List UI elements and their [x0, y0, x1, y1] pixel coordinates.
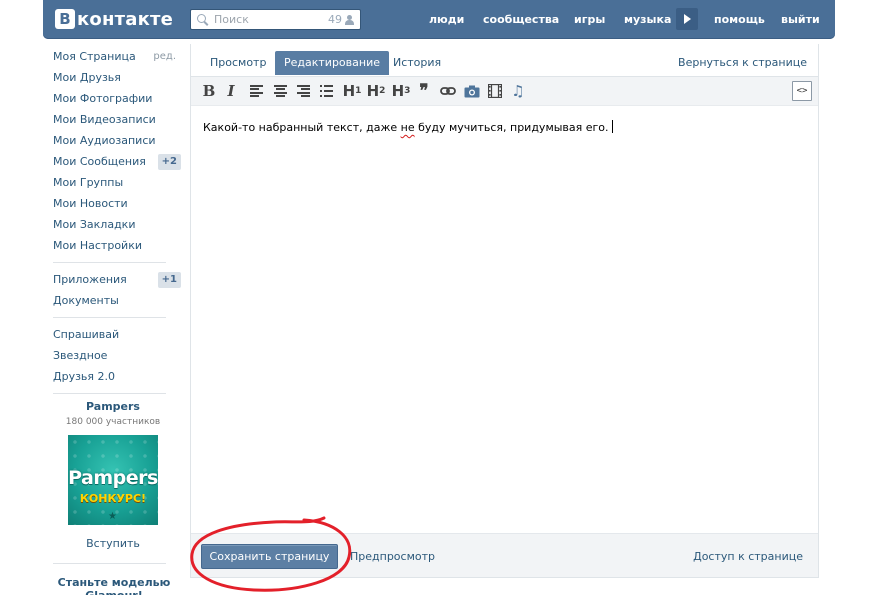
align-center-button[interactable] — [273, 81, 287, 101]
heading1-button[interactable]: H1 — [342, 81, 362, 101]
search-input[interactable] — [214, 13, 328, 26]
ad2-title[interactable]: Станьте моделью Glamour! — [49, 576, 179, 595]
quote-button[interactable]: ❞ — [416, 81, 432, 101]
tab-view[interactable]: Просмотр — [201, 51, 275, 75]
sidebar-item-settings[interactable]: Мои Настройки — [43, 235, 183, 256]
editor-textarea[interactable]: Какой-то набранный текст, даже не буду м… — [191, 106, 818, 533]
editor-text: буду мучиться, придумывая его. — [414, 121, 609, 134]
ad-contest-label: КОНКУРС! — [79, 492, 147, 505]
sidebar-item-app-friends2[interactable]: Друзья 2.0 — [43, 366, 183, 387]
sidebar-item-label[interactable]: Приложения — [53, 273, 127, 286]
text-caret — [611, 120, 613, 133]
vk-logo[interactable]: В контакте — [55, 8, 173, 30]
online-count: 49 — [328, 13, 342, 26]
sidebar-divider — [53, 393, 166, 394]
nav-logout[interactable]: выйти — [781, 13, 820, 26]
ad-block: Pampers 180 000 участников Pampers КОНКУ… — [43, 400, 183, 595]
misspelled-word: не — [400, 121, 415, 134]
align-right-button[interactable] — [296, 81, 310, 101]
heading-level: 2 — [379, 86, 386, 96]
align-left-button[interactable] — [249, 81, 263, 101]
tab-edit[interactable]: Редактирование — [275, 51, 389, 75]
editor-footer: Сохранить страницу Предпросмотр Доступ к… — [191, 533, 818, 577]
sidebar-item-messages[interactable]: Мои Сообщения +2 — [43, 151, 183, 172]
audio-button[interactable]: ♫ — [510, 81, 526, 101]
sidebar-item-app-ask[interactable]: Спрашивай — [43, 324, 183, 345]
video-button[interactable] — [487, 81, 503, 101]
sidebar-item-app-stars[interactable]: Звездное — [43, 345, 183, 366]
bold-button[interactable]: B — [202, 81, 216, 101]
heading-letter: H — [366, 82, 380, 100]
nav-music[interactable]: музыка — [624, 13, 671, 26]
star-icon: ★ — [108, 511, 117, 522]
wiki-editor-panel: Просмотр Редактирование История Вернутьс… — [190, 44, 819, 578]
sidebar-item-groups[interactable]: Мои Группы — [43, 172, 183, 193]
tab-history[interactable]: История — [384, 51, 450, 75]
nav-communities[interactable]: сообщества — [483, 13, 559, 26]
apps-badge[interactable]: +1 — [157, 272, 181, 288]
pampers-logo: Pampers — [68, 467, 158, 489]
sidebar-item-news[interactable]: Мои Новости — [43, 193, 183, 214]
sidebar-item-label[interactable]: Мои Сообщения — [53, 155, 146, 168]
link-button[interactable] — [439, 81, 457, 101]
sidebar-item-my-page[interactable]: Моя Страница ред. — [43, 46, 183, 67]
preview-link[interactable]: Предпросмотр — [350, 544, 435, 569]
tabs-bar: Просмотр Редактирование История Вернутьс… — [191, 44, 818, 77]
photo-button[interactable] — [463, 81, 481, 101]
vk-logo-mark: В — [55, 9, 75, 29]
vk-logo-text: контакте — [77, 8, 174, 30]
sidebar-item-videos[interactable]: Мои Видеозаписи — [43, 109, 183, 130]
align-left-icon — [249, 85, 263, 97]
join-link[interactable]: Вступить — [43, 537, 183, 550]
sidebar-item-friends[interactable]: Мои Друзья — [43, 67, 183, 88]
search-icon — [197, 13, 209, 26]
ad-image[interactable]: Pampers КОНКУРС! ★ — [68, 435, 158, 525]
align-center-icon — [273, 85, 287, 97]
heading2-button[interactable]: H2 — [366, 81, 386, 101]
sidebar-divider — [53, 262, 166, 263]
sidebar-divider — [53, 563, 166, 564]
sidebar-item-apps[interactable]: Приложения +1 — [43, 269, 183, 290]
ad-title[interactable]: Pampers — [43, 400, 183, 413]
link-icon — [440, 87, 456, 95]
nav-people[interactable]: люди — [429, 13, 464, 26]
messages-badge[interactable]: +2 — [157, 154, 181, 170]
heading-letter: H — [342, 82, 356, 100]
music-note-icon: ♫ — [511, 82, 525, 100]
edit-link[interactable]: ред. — [153, 46, 176, 67]
code-view-button[interactable]: <> — [792, 81, 812, 101]
film-icon — [488, 84, 502, 98]
camera-icon — [464, 85, 480, 97]
back-to-page-link[interactable]: Вернуться к странице — [678, 51, 807, 75]
list-button[interactable] — [319, 81, 333, 101]
left-sidebar: Моя Страница ред. Мои Друзья Мои Фотогра… — [43, 46, 183, 595]
quote-icon: ❞ — [419, 81, 429, 101]
italic-button[interactable]: I — [225, 81, 237, 101]
play-icon[interactable] — [676, 8, 698, 30]
editor-text: Какой-то набранный текст, даже — [203, 121, 401, 134]
align-right-icon — [296, 85, 310, 97]
list-icon — [319, 85, 333, 97]
save-page-button[interactable]: Сохранить страницу — [201, 544, 338, 569]
sidebar-item-audio[interactable]: Мои Аудиозаписи — [43, 130, 183, 151]
top-header: В контакте 49 люди сообщества игры музык… — [43, 0, 835, 39]
nav-games[interactable]: игры — [574, 13, 605, 26]
heading-level: 3 — [404, 86, 411, 96]
heading-level: 1 — [355, 86, 362, 96]
search-box[interactable]: 49 — [190, 9, 361, 30]
ad-members: 180 000 участников — [65, 417, 161, 427]
heading-letter: H — [391, 82, 405, 100]
editor-toolbar: B I H1 H2 H3 ❞ ♫ <> — [191, 77, 818, 106]
page-access-link[interactable]: Доступ к странице — [693, 544, 803, 569]
sidebar-item-documents[interactable]: Документы — [43, 290, 183, 311]
heading3-button[interactable]: H3 — [391, 81, 411, 101]
sidebar-item-label[interactable]: Моя Страница — [53, 50, 136, 63]
sidebar-divider — [53, 317, 166, 318]
nav-help[interactable]: помощь — [714, 13, 765, 26]
sidebar-item-bookmarks[interactable]: Мои Закладки — [43, 214, 183, 235]
sidebar-item-photos[interactable]: Мои Фотографии — [43, 88, 183, 109]
user-icon — [345, 14, 354, 25]
